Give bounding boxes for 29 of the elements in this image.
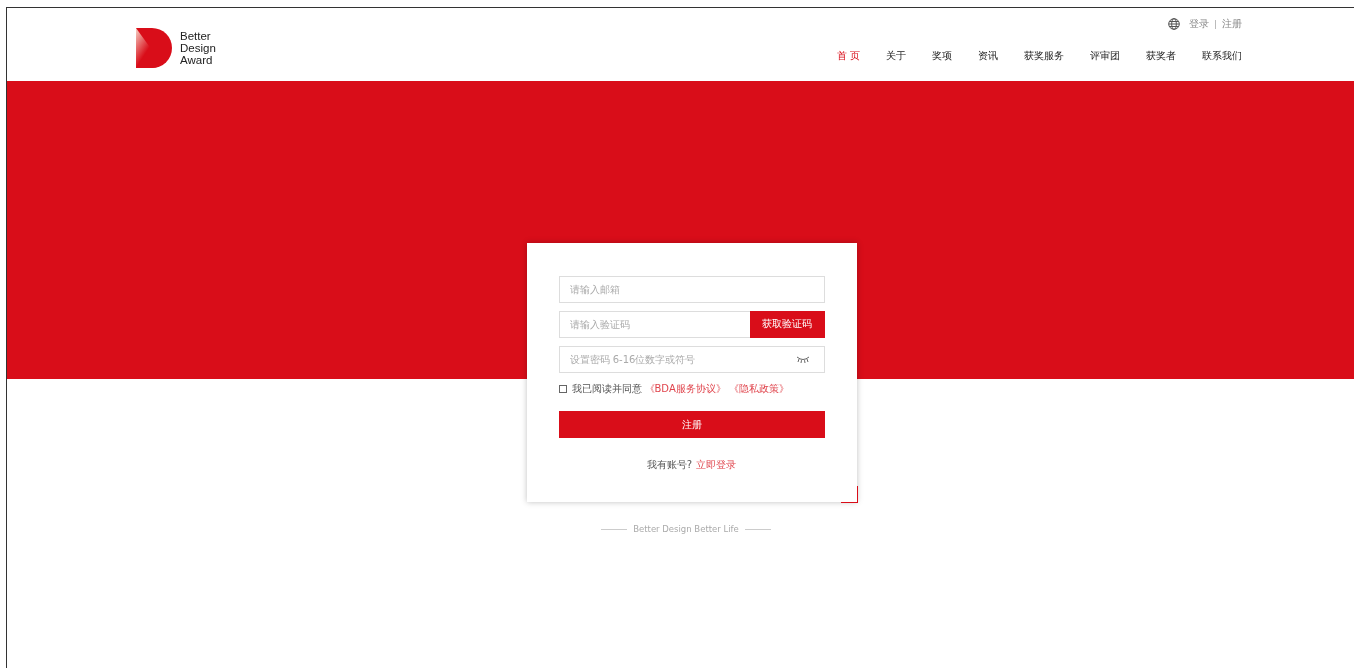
nav-link[interactable]: 资讯	[978, 49, 998, 63]
corner-accent	[840, 486, 858, 503]
top-link[interactable]: 注册	[1222, 17, 1242, 31]
password-field[interactable]: 设置密码 6-16位数字或符号	[558, 346, 825, 373]
nav-link[interactable]: 获奖服务	[1024, 49, 1064, 63]
nav-link[interactable]: 奖项	[932, 49, 952, 63]
code-field[interactable]: 请输入验证码	[558, 311, 750, 338]
nav-link[interactable]: 获奖者	[1146, 49, 1176, 63]
nav-link[interactable]: 关于	[886, 49, 906, 63]
login-prompt: 我有账号?	[646, 458, 693, 472]
agree-checkbox[interactable]	[558, 385, 567, 393]
login-link[interactable]: 立即登录	[696, 458, 737, 472]
policy-link[interactable]: 《BDA服务协议》	[644, 382, 726, 396]
agree-text: 我已阅读并同意	[571, 382, 642, 396]
globe-icon[interactable]	[1168, 18, 1180, 30]
slogan-text: Better Design Better Life	[633, 524, 739, 534]
closed-eye-icon[interactable]	[795, 356, 810, 363]
register-button[interactable]: 注册	[558, 411, 825, 438]
top-link[interactable]: 登录	[1189, 17, 1209, 31]
email-field[interactable]: 请输入邮箱	[558, 276, 825, 303]
get-code-button[interactable]: 获取验证码	[749, 311, 825, 338]
policy-link[interactable]: 《隐私政策》	[728, 382, 789, 396]
nav-link[interactable]: 首 页	[836, 49, 860, 63]
nav-link[interactable]: 联系我们	[1202, 49, 1242, 63]
logo-text: Better	[180, 29, 212, 42]
logo-text: Design	[180, 41, 216, 54]
nav-link[interactable]: 评审团	[1090, 49, 1120, 63]
logo-mark-icon	[136, 27, 172, 68]
logo-text: Award	[180, 53, 213, 66]
